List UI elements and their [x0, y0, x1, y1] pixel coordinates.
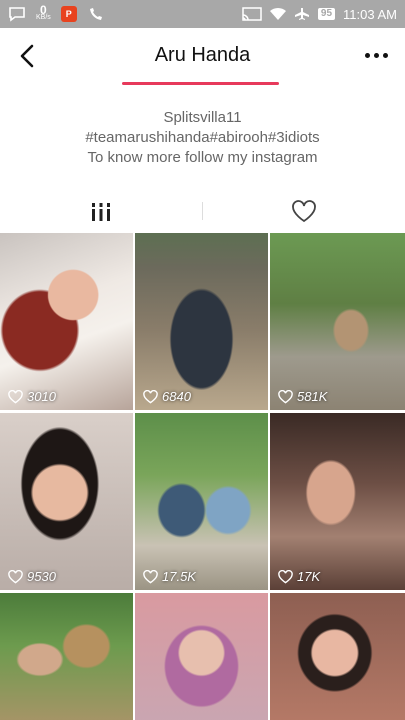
- heart-outline-icon: [292, 200, 316, 223]
- like-count-value: 17.5K: [162, 569, 196, 584]
- page-title: Aru Handa: [154, 44, 251, 66]
- status-bar-left: 0 KB/s P: [8, 3, 105, 22]
- video-thumbnail[interactable]: [135, 593, 268, 720]
- clock: 11:03 AM: [343, 6, 397, 22]
- video-thumbnail[interactable]: 17.5K: [135, 413, 268, 590]
- missed-call-icon: [89, 8, 102, 20]
- content-tabs: [0, 190, 405, 232]
- video-thumbnail[interactable]: 17K: [270, 413, 405, 590]
- more-options-button[interactable]: [365, 48, 389, 62]
- bio-line: To know more follow my instagram: [87, 149, 318, 166]
- like-count-value: 581K: [297, 389, 328, 404]
- like-count: 6840: [143, 389, 191, 404]
- heart-icon: [143, 569, 158, 583]
- status-bar-right: 95 11:03 AM: [242, 7, 397, 22]
- like-count: 9530: [8, 569, 56, 584]
- like-count: 17.5K: [143, 569, 196, 584]
- more-dot-icon: [383, 52, 388, 58]
- like-count: 581K: [278, 389, 327, 404]
- heart-icon: [143, 389, 158, 403]
- video-thumbnail[interactable]: [270, 593, 405, 720]
- like-count-value: 17K: [297, 569, 321, 584]
- more-dot-icon: [374, 52, 379, 58]
- heart-icon: [8, 569, 23, 583]
- like-count-value: 9530: [27, 569, 56, 584]
- video-thumbnail[interactable]: [0, 593, 133, 720]
- profile-header: Aru Handa: [0, 28, 405, 84]
- tab-liked[interactable]: [290, 198, 318, 224]
- status-bar: 0 KB/s P 95 11:03 AM: [0, 0, 405, 28]
- video-thumbnail[interactable]: 9530: [0, 413, 133, 590]
- network-speed-unit: KB/s: [36, 14, 51, 21]
- video-grid: 3010 6840 581K 9530 17.5K 17K: [0, 233, 405, 720]
- tab-videos[interactable]: [88, 198, 114, 224]
- airplane-icon: [294, 8, 309, 20]
- app-notification-icon: P: [60, 6, 77, 22]
- video-thumbnail[interactable]: 3010: [0, 233, 133, 410]
- network-speed: 0 KB/s: [36, 3, 51, 22]
- heart-icon: [278, 569, 293, 583]
- network-speed-value: 0: [40, 3, 47, 17]
- wifi-icon: [269, 7, 286, 21]
- video-thumbnail[interactable]: 6840: [135, 233, 268, 410]
- heart-icon: [8, 389, 23, 403]
- battery-indicator: 95: [317, 8, 336, 20]
- like-count: 3010: [8, 389, 56, 404]
- follow-button-edge[interactable]: [122, 82, 279, 85]
- like-count-value: 3010: [27, 389, 56, 404]
- bio-line: #teamarushihanda#abirooh#3idiots: [85, 129, 320, 146]
- like-count: 17K: [278, 569, 320, 584]
- bio-line: Splitsvilla11: [163, 109, 242, 126]
- profile-bio: Splitsvilla11 #teamarushihanda#abirooh#3…: [0, 108, 405, 168]
- grid-bars-icon: [90, 201, 112, 221]
- video-thumbnail[interactable]: 581K: [270, 233, 405, 410]
- like-count-value: 6840: [162, 389, 191, 404]
- cast-icon: [242, 7, 262, 21]
- message-icon: [9, 7, 25, 22]
- tab-divider: [202, 202, 203, 220]
- heart-icon: [278, 389, 293, 403]
- more-dot-icon: [365, 52, 370, 58]
